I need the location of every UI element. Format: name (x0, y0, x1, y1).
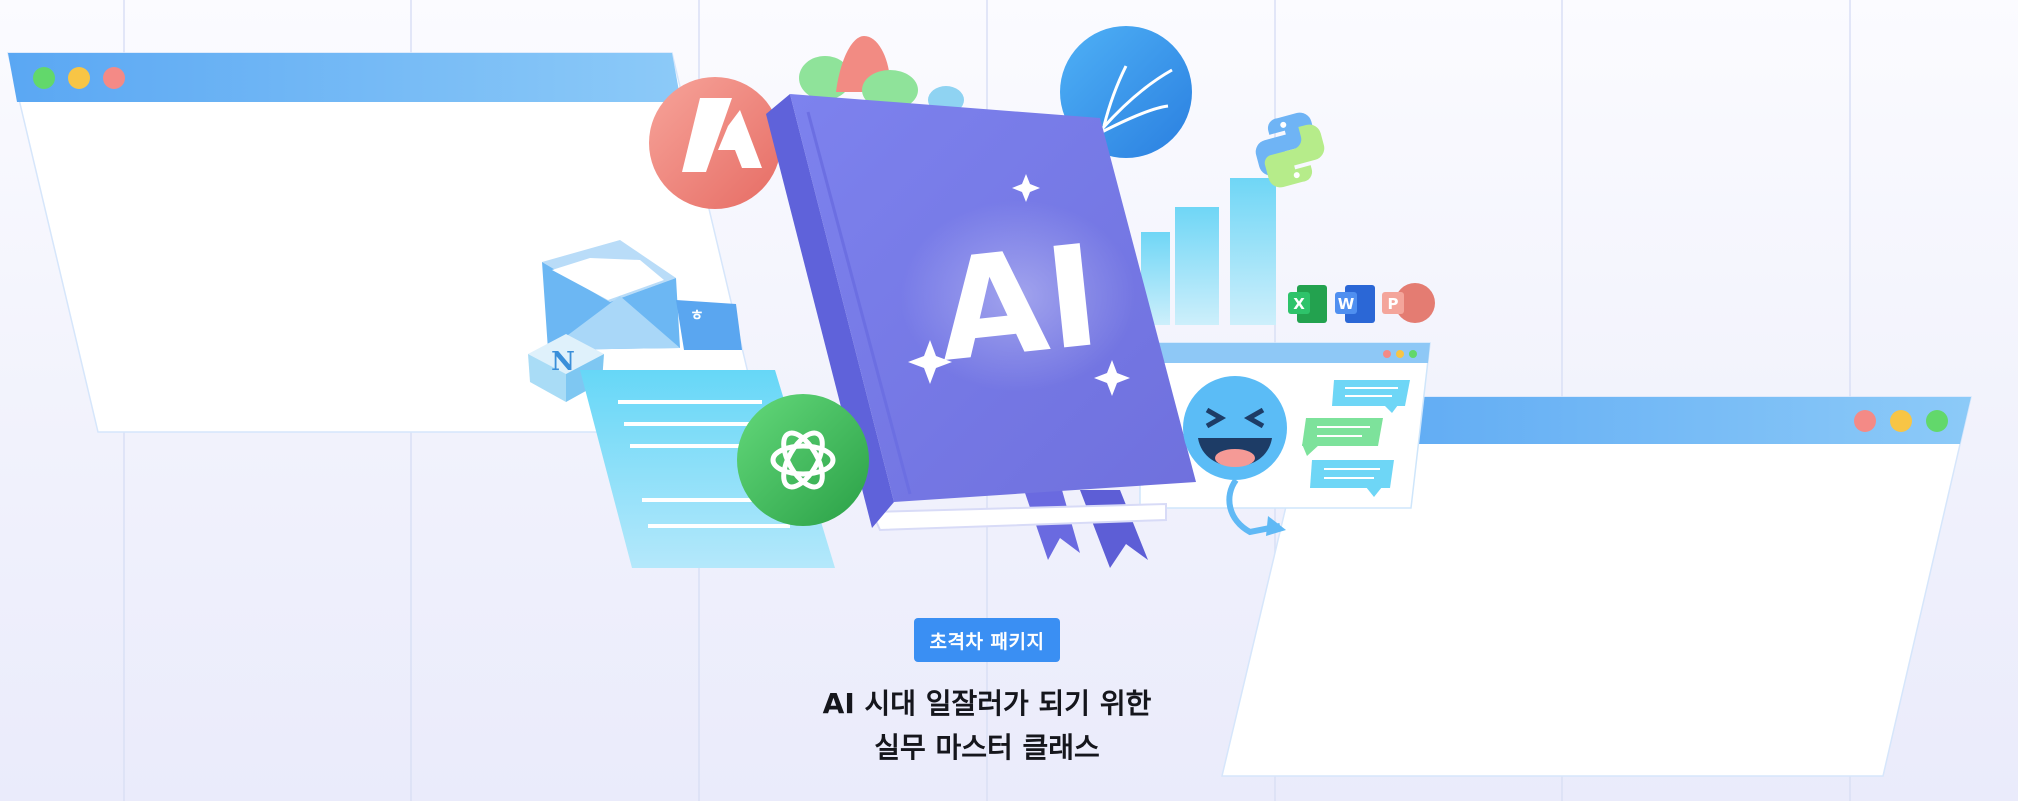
excel-icon: X (1288, 285, 1327, 323)
mini-card-icon: ㅎ (676, 300, 742, 350)
svg-text:X: X (1293, 295, 1305, 313)
hero-headline: AI 시대 일잘러가 되기 위한 실무 마스터 클래스 (700, 682, 1274, 770)
window-dot-green (1926, 410, 1948, 432)
adobe-firefly-icon (649, 77, 781, 209)
headline-line-1: AI 시대 일잘러가 되기 위한 (822, 687, 1152, 720)
headline-line-2: 실무 마스터 클래스 (874, 731, 1100, 764)
window-dot-red (1854, 410, 1876, 432)
bar-chart-icon (1141, 178, 1276, 325)
svg-text:P: P (1388, 295, 1399, 313)
word-icon: W (1335, 285, 1375, 323)
svg-text:W: W (1338, 295, 1355, 313)
window-dot-yellow (68, 67, 90, 89)
laughing-emoji-icon (1183, 376, 1287, 536)
window-dot-green (33, 67, 55, 89)
chatgpt-icon (737, 394, 869, 526)
hero-illustration: X W P ㅎ N AI (7, 26, 1972, 777)
window-dot-yellow (1890, 410, 1912, 432)
window-dot-red (103, 67, 125, 89)
svg-text:AI: AI (930, 215, 1107, 394)
powerpoint-icon: P (1382, 283, 1435, 323)
svg-text:ㅎ: ㅎ (690, 306, 704, 324)
svg-text:N: N (551, 347, 575, 377)
package-badge: 초격차 패키지 (914, 618, 1060, 662)
